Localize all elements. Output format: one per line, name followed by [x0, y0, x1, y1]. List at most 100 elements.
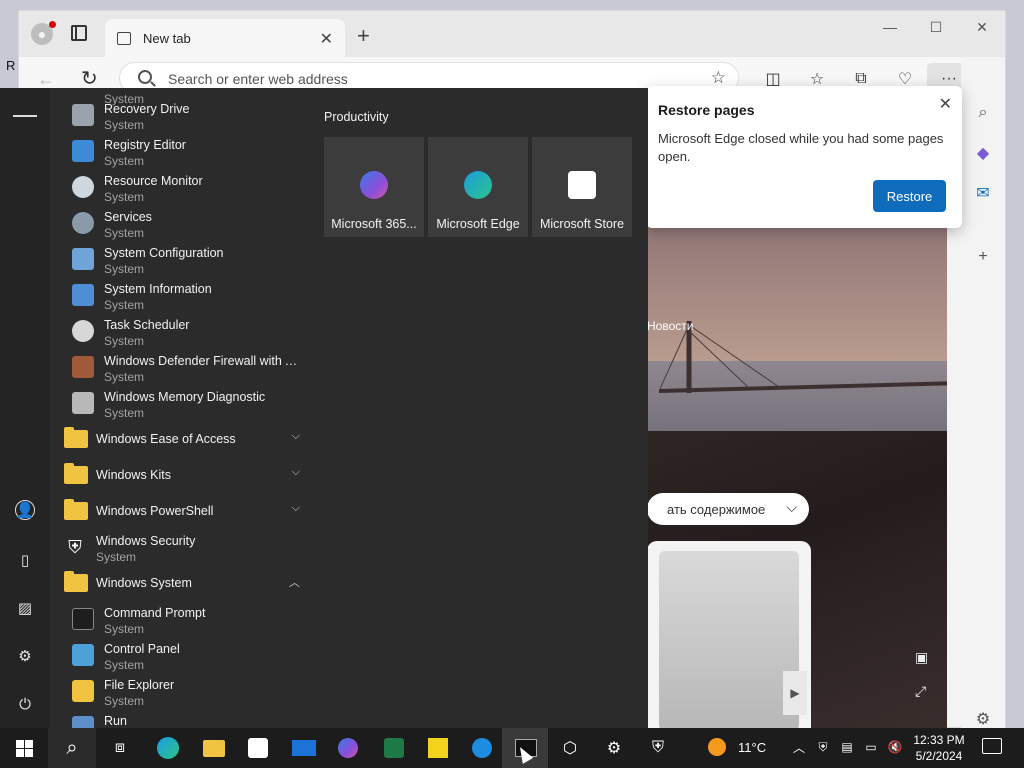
app-windows-security[interactable]: ⛨ Windows Security System — [50, 530, 308, 566]
favorite-star-icon[interactable]: ☆ — [711, 68, 726, 88]
file-explorer-icon — [72, 680, 94, 702]
windows-logo-icon — [15, 739, 33, 757]
user-account-icon[interactable]: 👤 — [15, 500, 35, 520]
taskbar-search-button[interactable]: ⌕ — [48, 728, 96, 768]
weather-temperature[interactable]: 11°C — [738, 740, 766, 755]
app-name: Resource Monitor — [104, 174, 203, 188]
file-explorer-taskbar-icon[interactable] — [200, 734, 228, 762]
display-icon[interactable]: ▭ — [862, 738, 880, 756]
registry-icon — [72, 140, 94, 162]
back-button[interactable]: ← — [37, 69, 55, 90]
volume-muted-icon[interactable]: 🔇 — [886, 738, 904, 756]
tile-microsoft-edge[interactable]: Microsoft Edge — [428, 137, 528, 237]
app-name: Task Scheduler — [104, 318, 190, 332]
sticky-notes-taskbar-icon[interactable] — [424, 734, 452, 762]
firewall-icon — [72, 356, 94, 378]
new-tab-button[interactable]: + — [357, 23, 370, 49]
3d-box-taskbar-icon[interactable]: ⬡ — [556, 734, 584, 762]
excel-taskbar-icon[interactable] — [380, 734, 408, 762]
person-icon: ● — [37, 26, 47, 42]
sidebar-outlook-icon[interactable]: ✉ — [971, 181, 995, 205]
app-resource-monitor[interactable]: Resource Monitor System — [50, 170, 308, 206]
popup-message: Microsoft Edge closed while you had some… — [658, 131, 944, 164]
defender-tray-icon[interactable]: ⛨ — [814, 738, 832, 756]
app-windows-defender-firewall[interactable]: Windows Defender Firewall with Ad... Sys… — [50, 350, 308, 386]
carousel-next-button[interactable]: ▶ — [783, 671, 807, 715]
app-system-configuration[interactable]: System Configuration System — [50, 242, 308, 278]
restore-button[interactable]: Restore — [873, 180, 946, 212]
app-name: Windows Security — [96, 534, 196, 548]
app-name: Control Panel — [104, 642, 180, 656]
microsoft-365-taskbar-icon[interactable] — [334, 734, 362, 762]
app-name: Services — [104, 210, 152, 224]
notification-center-icon[interactable] — [982, 738, 1002, 754]
app-name: Command Prompt — [104, 606, 206, 620]
tab-new-tab[interactable]: New tab ✕ — [105, 19, 345, 57]
app-command-prompt[interactable]: Command Prompt System — [50, 602, 308, 638]
weather-sun-icon[interactable] — [708, 738, 726, 756]
app-subtitle: System — [104, 298, 145, 312]
expand-icon[interactable]: ⤢ — [915, 683, 926, 700]
chevron-down-icon: ⌵ — [291, 502, 300, 514]
mail-taskbar-icon[interactable] — [290, 734, 318, 762]
app-name: Recovery Drive — [104, 102, 190, 116]
app-windows-memory-diagnostic[interactable]: Windows Memory Diagnostic System — [50, 386, 308, 422]
power-icon[interactable]: ⏻ — [13, 692, 37, 716]
app-file-explorer[interactable]: File Explorer System — [50, 674, 308, 710]
start-menu: 👤 ▯ ▨ ⚙ ⏻ System Recovery Drive System R… — [0, 88, 648, 728]
tab-close-icon[interactable]: ✕ — [320, 29, 333, 49]
security-taskbar-icon[interactable]: ⛨ — [644, 734, 672, 762]
folder-icon — [64, 499, 88, 520]
hamburger-menu-icon[interactable] — [13, 104, 37, 128]
image-info-icon[interactable]: ▣ — [915, 649, 928, 666]
folder-windows-powershell[interactable]: Windows PowerShell ⌵ — [50, 494, 308, 530]
store-taskbar-icon[interactable] — [244, 734, 272, 762]
app-run[interactable]: Run — [50, 710, 308, 728]
window-controls: — ☐ ✕ — [867, 11, 1005, 43]
control-panel-icon — [72, 644, 94, 666]
task-view-icon[interactable]: ⧈ — [106, 734, 134, 762]
app-system-information[interactable]: System Information System — [50, 278, 308, 314]
chevron-down-icon: ⌵ — [291, 466, 300, 478]
news-label[interactable]: Новости — [647, 319, 693, 333]
pictures-icon[interactable]: ▨ — [13, 596, 37, 620]
language-dropdown[interactable]: ать содержимое ⌵ — [647, 493, 809, 525]
app-task-scheduler[interactable]: Task Scheduler System — [50, 314, 308, 350]
app-services[interactable]: Services System — [50, 206, 308, 242]
network-icon[interactable]: ▤ — [838, 738, 856, 756]
store-icon — [568, 171, 596, 199]
clock[interactable]: 12:33 PM 5/2/2024 — [908, 732, 970, 764]
folder-name: Windows Kits — [96, 468, 172, 482]
profile-button[interactable]: ● — [31, 21, 56, 45]
app-registry-editor[interactable]: Registry Editor System — [50, 134, 308, 170]
folder-name: Windows Ease of Access — [96, 432, 236, 446]
desktop-fragment: R — [6, 58, 16, 73]
chevron-up-icon[interactable]: ︿ — [790, 738, 808, 756]
folder-windows-ease-of-access[interactable]: Windows Ease of Access ⌵ — [50, 422, 308, 458]
sidebar-copilot-icon[interactable]: ◆ — [971, 141, 995, 165]
minimize-button[interactable]: — — [867, 11, 913, 43]
app-subtitle: System — [104, 694, 145, 708]
settings-taskbar-icon[interactable]: ⚙ — [600, 734, 628, 762]
app-recovery-drive[interactable]: Recovery Drive System — [50, 98, 308, 134]
documents-icon[interactable]: ▯ — [13, 548, 37, 572]
close-icon[interactable]: ✕ — [939, 94, 952, 114]
sidebar-search-icon[interactable]: ⌕ — [971, 101, 995, 125]
folder-name: Windows PowerShell — [96, 504, 214, 518]
maximize-button[interactable]: ☐ — [913, 11, 959, 43]
start-button[interactable] — [0, 728, 48, 768]
settings-gear-icon[interactable]: ⚙ — [13, 644, 37, 668]
gears-icon — [72, 212, 94, 234]
tile-microsoft-store[interactable]: Microsoft Store — [532, 137, 632, 237]
sidebar-add-icon[interactable]: + — [971, 245, 995, 269]
skype-taskbar-icon[interactable] — [468, 734, 496, 762]
app-control-panel[interactable]: Control Panel System — [50, 638, 308, 674]
edge-icon — [464, 171, 492, 199]
folder-windows-system[interactable]: Windows System ︿ — [50, 566, 308, 602]
tile-microsoft-365[interactable]: Microsoft 365... — [324, 137, 424, 237]
tab-actions-button[interactable] — [71, 25, 87, 41]
close-window-button[interactable]: ✕ — [959, 11, 1005, 43]
edge-taskbar-icon[interactable] — [154, 734, 182, 762]
microsoft-365-icon — [360, 171, 388, 199]
folder-windows-kits[interactable]: Windows Kits ⌵ — [50, 458, 308, 494]
